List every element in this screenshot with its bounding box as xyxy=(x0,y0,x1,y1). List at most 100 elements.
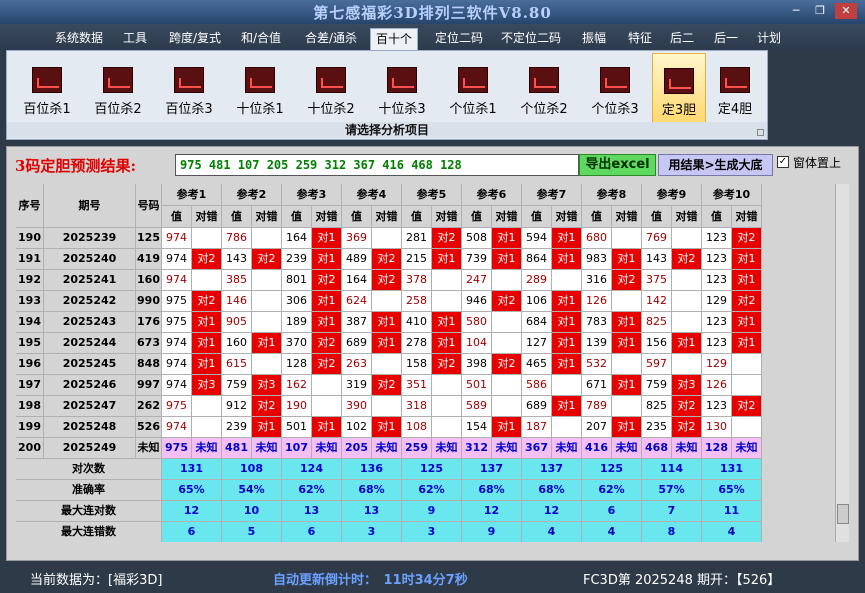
value-cell: 128 xyxy=(282,354,312,375)
menu-item-8[interactable]: 不定位二码 xyxy=(496,28,566,50)
check-cell: 对1 xyxy=(492,228,522,249)
ribbon-button-4[interactable]: 十位杀1 xyxy=(228,53,292,123)
sub-header-value: 值 xyxy=(342,206,372,228)
check-cell: 对1 xyxy=(432,333,462,354)
sub-header-check: 对错 xyxy=(552,206,582,228)
check-cell: 对1 xyxy=(312,228,342,249)
pending-seq: 200 xyxy=(16,438,44,459)
menu-item-9[interactable]: 振幅 xyxy=(576,28,612,50)
value-cell: 390 xyxy=(342,396,372,417)
stat-value: 10 xyxy=(222,501,282,522)
menu-item-7[interactable]: 定位二码 xyxy=(428,28,490,50)
value-cell: 671 xyxy=(582,375,612,396)
ribbon-button-2[interactable]: 百位杀2 xyxy=(86,53,150,123)
check-cell xyxy=(552,270,582,291)
value-cell: 370 xyxy=(282,333,312,354)
prediction-result-field[interactable]: 975 481 107 205 259 312 367 416 468 128 xyxy=(175,154,579,176)
row-issue: 2025240 xyxy=(44,249,136,270)
menu-item-1[interactable]: 系统数据 xyxy=(52,28,106,50)
sub-header-value: 值 xyxy=(402,206,432,228)
ribbon-button-label: 百位杀2 xyxy=(94,102,142,117)
chart-icon xyxy=(458,67,488,93)
stat-value: 12 xyxy=(462,501,522,522)
check-cell: 对1 xyxy=(432,312,462,333)
ribbon-button-5[interactable]: 十位杀2 xyxy=(299,53,363,123)
check-cell: 对2 xyxy=(672,396,702,417)
menu-item-10[interactable]: 特征 xyxy=(620,28,660,50)
check-cell xyxy=(492,375,522,396)
menu-item-11[interactable]: 后二 xyxy=(666,28,698,50)
scrollbar-thumb[interactable] xyxy=(837,504,849,524)
close-icon[interactable]: ✕ xyxy=(835,3,857,19)
status-bar: 当前数据为：[福彩3D] 自动更新倒计时： 11时34分7秒 FC3D第 202… xyxy=(0,562,865,593)
value-cell: 385 xyxy=(222,270,252,291)
menu-item-12[interactable]: 后一 xyxy=(709,28,743,50)
pending-value: 468 xyxy=(642,438,672,459)
value-cell: 215 xyxy=(402,249,432,270)
topmost-checkbox[interactable]: ✓ xyxy=(777,156,789,168)
value-cell: 905 xyxy=(222,312,252,333)
ribbon-button-7[interactable]: 个位杀1 xyxy=(441,53,505,123)
stat-value: 11 xyxy=(702,501,762,522)
value-cell: 154 xyxy=(462,417,492,438)
value-cell: 689 xyxy=(342,333,372,354)
expand-icon[interactable] xyxy=(757,129,764,136)
check-cell xyxy=(372,396,402,417)
check-cell: 对2 xyxy=(372,249,402,270)
sub-header-check: 对错 xyxy=(432,206,462,228)
value-cell: 190 xyxy=(282,396,312,417)
minimize-icon[interactable]: ─ xyxy=(785,3,807,19)
sub-header-value: 值 xyxy=(162,206,192,228)
menu-item-6[interactable]: 百十个 xyxy=(370,28,418,50)
ribbon-button-label: 十位杀2 xyxy=(307,102,355,117)
stat-value: 7 xyxy=(642,501,702,522)
check-cell: 对1 xyxy=(192,312,222,333)
ribbon-button-label: 百位杀3 xyxy=(165,102,213,117)
stat-value: 6 xyxy=(162,522,222,542)
check-cell: 对1 xyxy=(492,417,522,438)
ribbon-button-1[interactable]: 百位杀1 xyxy=(15,53,79,123)
header-cell: 号码 xyxy=(136,184,162,228)
value-cell: 684 xyxy=(522,312,552,333)
stat-value: 124 xyxy=(282,459,342,480)
menu-item-4[interactable]: 和/合值 xyxy=(237,28,285,50)
generate-base-button[interactable]: 用结果>生成大底 xyxy=(658,154,773,176)
sub-header-check: 对错 xyxy=(192,206,222,228)
ribbon-button-3[interactable]: 百位杀3 xyxy=(157,53,221,123)
value-cell: 102 xyxy=(342,417,372,438)
vertical-scrollbar[interactable] xyxy=(835,184,849,542)
pending-value: 205 xyxy=(342,438,372,459)
row-seq: 198 xyxy=(16,396,44,417)
stat-value: 125 xyxy=(582,459,642,480)
ribbon-button-10[interactable]: 定3胆 xyxy=(652,53,706,123)
value-cell: 156 xyxy=(642,333,672,354)
row-issue: 2025241 xyxy=(44,270,136,291)
ribbon-button-6[interactable]: 十位杀3 xyxy=(370,53,434,123)
pending-status: 未知 xyxy=(672,438,702,459)
value-cell: 912 xyxy=(222,396,252,417)
pending-status: 未知 xyxy=(492,438,522,459)
export-excel-button[interactable]: 导出excel xyxy=(579,154,656,176)
menu-item-13[interactable]: 计划 xyxy=(752,28,786,50)
row-issue: 2025247 xyxy=(44,396,136,417)
maximize-icon[interactable]: ❐ xyxy=(809,3,831,19)
value-cell: 975 xyxy=(162,291,192,312)
menu-item-3[interactable]: 跨度/复式 xyxy=(162,28,228,50)
topmost-label: 窗体置上 xyxy=(793,156,842,170)
ribbon-button-9[interactable]: 个位杀3 xyxy=(583,53,647,123)
menu-item-5[interactable]: 合差/通杀 xyxy=(298,28,364,50)
value-cell: 104 xyxy=(462,333,492,354)
sub-header-value: 值 xyxy=(522,206,552,228)
menu-item-2[interactable]: 工具 xyxy=(118,28,152,50)
value-cell: 130 xyxy=(702,417,732,438)
value-cell: 129 xyxy=(702,291,732,312)
value-cell: 615 xyxy=(222,354,252,375)
value-cell: 127 xyxy=(522,333,552,354)
ribbon-button-8[interactable]: 个位杀2 xyxy=(512,53,576,123)
value-cell: 263 xyxy=(342,354,372,375)
check-cell: 对1 xyxy=(372,333,402,354)
ribbon-button-11[interactable]: 定4胆 xyxy=(709,53,761,123)
stat-label: 对次数 xyxy=(16,459,162,480)
check-cell xyxy=(552,417,582,438)
check-cell: 对2 xyxy=(732,228,762,249)
